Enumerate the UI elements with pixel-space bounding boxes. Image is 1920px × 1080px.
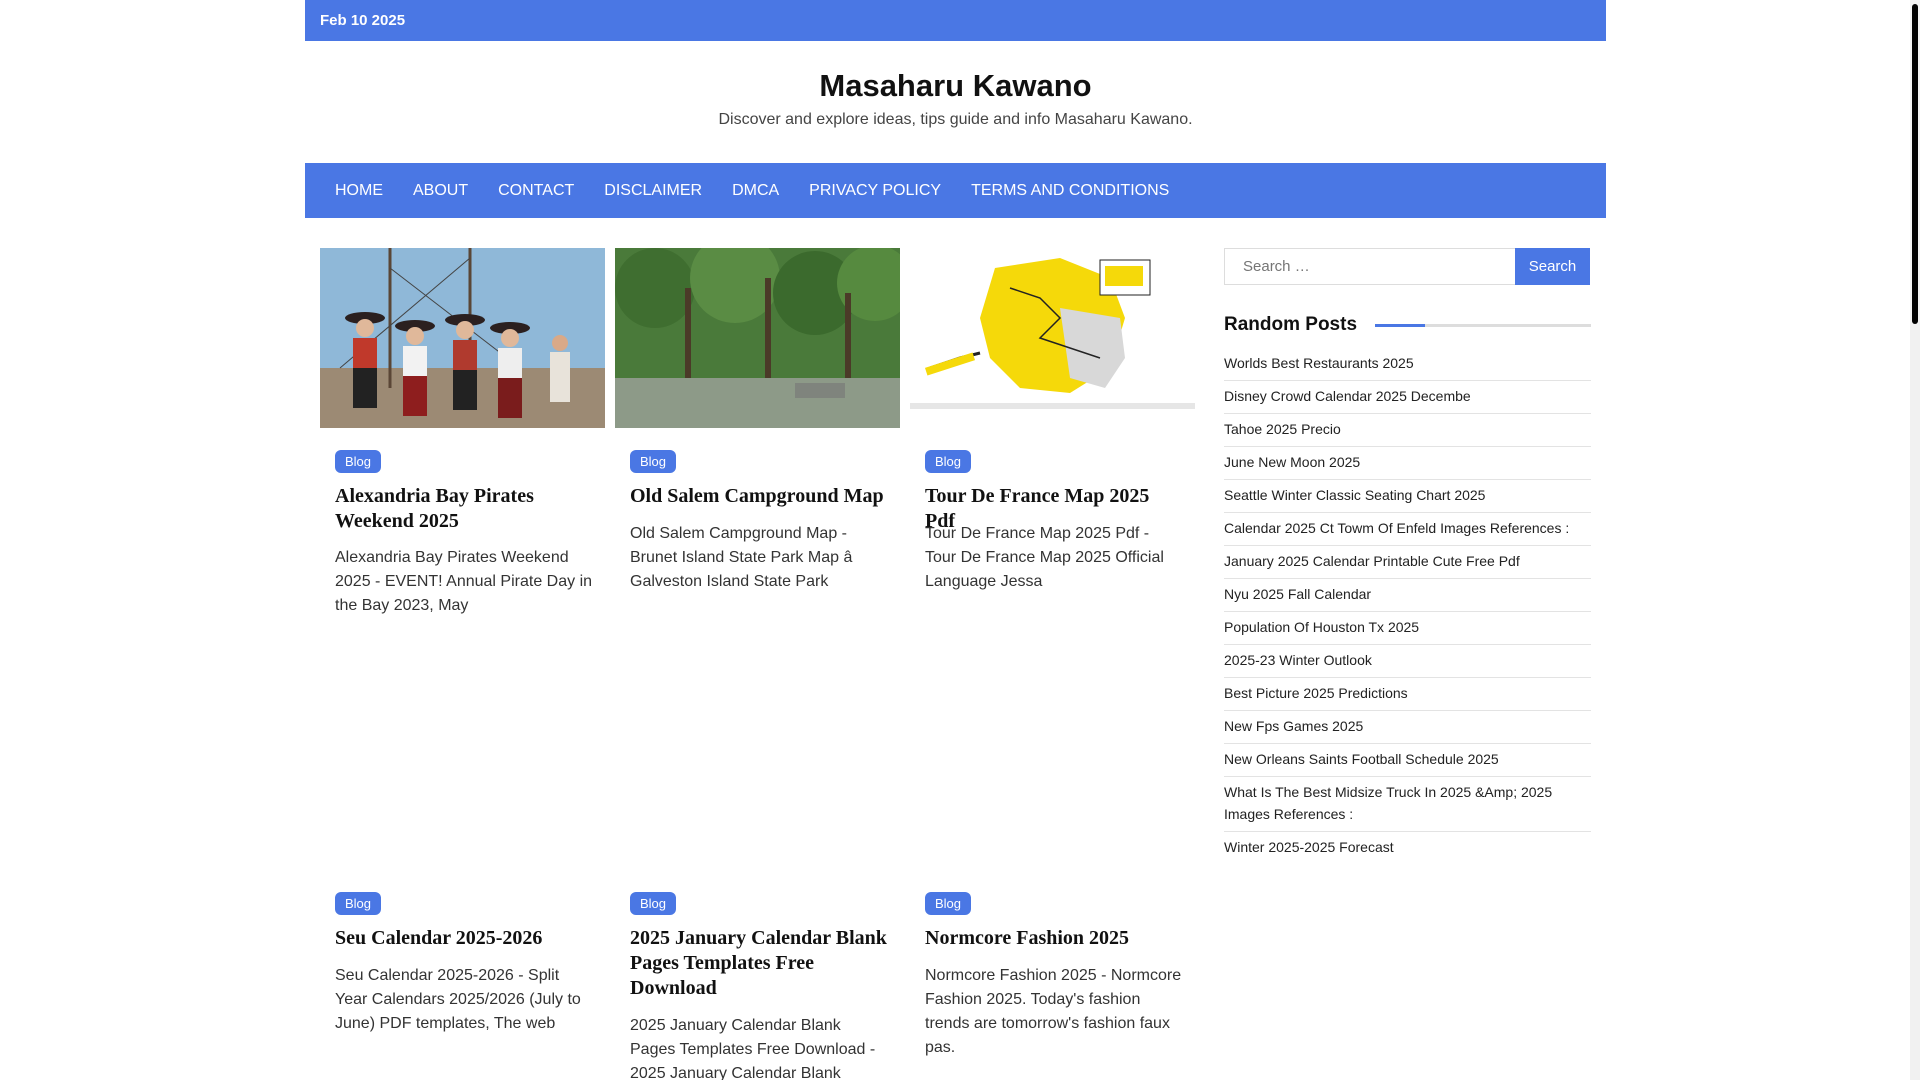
post-thumbnail-pirates[interactable] bbox=[320, 248, 605, 428]
list-item[interactable]: Best Picture 2025 Predictions bbox=[1224, 678, 1591, 711]
search-input[interactable] bbox=[1224, 248, 1515, 285]
main-nav: HOME ABOUT CONTACT DISCLAIMER DMCA PRIVA… bbox=[305, 163, 1606, 218]
site-description: Discover and explore ideas, tips guide a… bbox=[718, 111, 1193, 128]
post-excerpt: Seu Calendar 2025-2026 - Split Year Cale… bbox=[335, 967, 581, 1032]
post-thumbnail-campground[interactable] bbox=[615, 248, 900, 428]
post-excerpt: Normcore Fashion 2025 - Normcore Fashion… bbox=[925, 967, 1182, 1056]
post-card: Blog 2025 January Calendar Blank Pages T… bbox=[615, 892, 900, 1080]
category-badge[interactable]: Blog bbox=[335, 892, 382, 915]
post-title[interactable]: 2025 January Calendar Blank Pages Templa… bbox=[630, 926, 888, 1001]
search-button[interactable]: Search bbox=[1515, 248, 1590, 285]
list-item[interactable]: Tahoe 2025 Precio bbox=[1224, 414, 1591, 447]
post-card: Blog Seu Calendar 2025-2026 Seu Calendar… bbox=[320, 892, 605, 1080]
post-excerpt: Tour De France Map 2025 Pdf - Tour De Fr… bbox=[925, 525, 1164, 590]
category-badge[interactable]: Blog bbox=[925, 892, 972, 915]
nav-item-terms[interactable]: TERMS AND CONDITIONS bbox=[971, 182, 1169, 200]
post-title[interactable]: Alexandria Bay Pirates Weekend 2025 bbox=[335, 484, 593, 534]
heading-divider bbox=[1375, 324, 1591, 327]
list-item[interactable]: Population Of Houston Tx 2025 bbox=[1224, 612, 1591, 645]
list-item[interactable]: What Is The Best Midsize Truck In 2025 &… bbox=[1224, 777, 1591, 832]
list-item[interactable]: January 2025 Calendar Printable Cute Fre… bbox=[1224, 546, 1591, 579]
top-bar: Feb 10 2025 bbox=[305, 0, 1606, 41]
post-title[interactable]: Old Salem Campground Map bbox=[630, 484, 888, 509]
nav-item-disclaimer[interactable]: DISCLAIMER bbox=[604, 182, 702, 200]
post-excerpt: Alexandria Bay Pirates Weekend 2025 - EV… bbox=[335, 549, 593, 614]
list-item[interactable]: Disney Crowd Calendar 2025 Decembe bbox=[1224, 381, 1591, 414]
page-scrollbar[interactable] bbox=[1910, 0, 1920, 1080]
random-posts-list: Worlds Best Restaurants 2025 Disney Crow… bbox=[1224, 348, 1591, 864]
random-posts-heading: Random Posts bbox=[1224, 314, 1358, 335]
post-title[interactable]: Seu Calendar 2025-2026 bbox=[335, 926, 593, 951]
list-item[interactable]: Seattle Winter Classic Seating Chart 202… bbox=[1224, 480, 1591, 513]
post-excerpt: 2025 January Calendar Blank Pages Templa… bbox=[630, 1017, 876, 1080]
category-badge[interactable]: Blog bbox=[925, 450, 972, 473]
nav-item-home[interactable]: HOME bbox=[335, 182, 383, 200]
post-card: Blog Normcore Fashion 2025 Normcore Fash… bbox=[910, 892, 1195, 1080]
list-item[interactable]: New Fps Games 2025 bbox=[1224, 711, 1591, 744]
list-item[interactable]: Calendar 2025 Ct Towm Of Enfeld Images R… bbox=[1224, 513, 1591, 546]
nav-item-dmca[interactable]: DMCA bbox=[732, 182, 779, 200]
nav-item-about[interactable]: ABOUT bbox=[413, 182, 468, 200]
current-date: Feb 10 2025 bbox=[320, 12, 406, 29]
post-card: Blog Alexandria Bay Pirates Weekend 2025… bbox=[320, 248, 605, 628]
category-badge[interactable]: Blog bbox=[335, 450, 382, 473]
category-badge[interactable]: Blog bbox=[630, 892, 677, 915]
heading-divider-accent bbox=[1375, 324, 1425, 327]
list-item[interactable]: Winter 2025-2025 Forecast bbox=[1224, 832, 1591, 864]
site-title[interactable]: Masaharu Kawano bbox=[305, 68, 1606, 104]
post-title[interactable]: Normcore Fashion 2025 bbox=[925, 926, 1183, 951]
list-item[interactable]: 2025-23 Winter Outlook bbox=[1224, 645, 1591, 678]
post-card: Blog Tour De France Map 2025 Pdf Tour De… bbox=[910, 248, 1195, 628]
list-item[interactable]: Nyu 2025 Fall Calendar bbox=[1224, 579, 1591, 612]
category-badge[interactable]: Blog bbox=[630, 450, 677, 473]
post-card: Blog Old Salem Campground Map Old Salem … bbox=[615, 248, 900, 628]
list-item[interactable]: Worlds Best Restaurants 2025 bbox=[1224, 348, 1591, 381]
list-item[interactable]: New Orleans Saints Football Schedule 202… bbox=[1224, 744, 1591, 777]
post-excerpt: Old Salem Campground Map - Brunet Island… bbox=[630, 525, 853, 590]
post-thumbnail-tour-de-france-map[interactable] bbox=[910, 248, 1195, 428]
nav-item-contact[interactable]: CONTACT bbox=[498, 182, 574, 200]
nav-item-privacy-policy[interactable]: PRIVACY POLICY bbox=[809, 182, 941, 200]
scrollbar-thumb[interactable] bbox=[1912, 4, 1918, 324]
list-item[interactable]: June New Moon 2025 bbox=[1224, 447, 1591, 480]
